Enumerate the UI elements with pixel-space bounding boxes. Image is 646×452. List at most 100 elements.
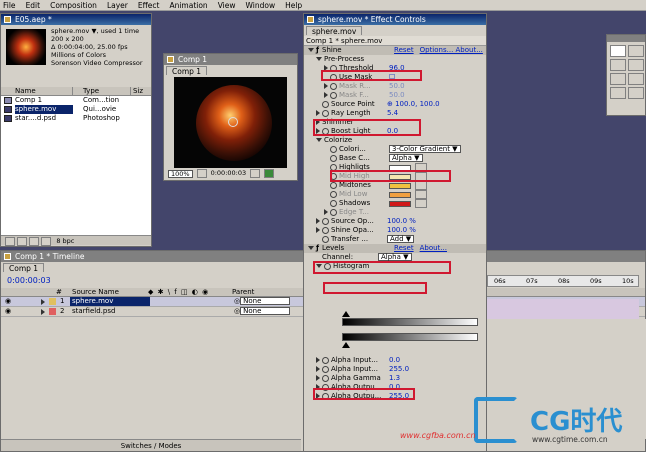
effect-row[interactable]: Histogram [304,262,486,271]
eyedropper-icon[interactable] [415,199,427,208]
menu-item[interactable]: View [218,1,236,10]
effect-row[interactable]: Colori... 3-Color Gradient ▼ [304,145,486,154]
visibility-eye-icon[interactable]: ◉ [1,307,41,316]
effect-row[interactable]: Shine Opa... 100.0 % [304,226,486,235]
effect-param-value[interactable]: 0.0 [387,127,398,135]
col-name-header[interactable]: Name [1,87,73,95]
stopwatch-icon[interactable] [322,109,329,117]
timeline-ruler[interactable]: 06s 07s 08s 09s 10s [487,275,639,287]
eyedropper-icon[interactable] [415,163,427,172]
effect-row[interactable]: Source Point ⊕ 100.0, 100.0 [304,100,486,109]
parent-select[interactable]: None [240,297,291,305]
effect-row[interactable]: ƒ Shine Reset Options... About... [304,46,486,55]
effect-param-value[interactable]: 100.0 % [387,217,416,225]
timeline-current-time[interactable]: 0:00:00:03 [7,276,51,285]
color-swatch[interactable] [389,173,411,180]
effect-row[interactable]: Shadows [304,199,486,208]
menu-item[interactable]: Animation [169,1,207,10]
effect-row[interactable]: Ray Length 5.4 [304,109,486,118]
twirl-right-icon[interactable] [324,209,328,215]
comp-time[interactable]: 0:00:00:03 [211,168,247,179]
levels-param-value[interactable]: 1.3 [389,374,400,382]
stopwatch-icon[interactable] [322,383,329,391]
stopwatch-icon[interactable] [330,164,337,171]
levels-param-value[interactable]: 0.0 [389,383,400,391]
eyedropper-icon[interactable] [415,181,427,190]
levels-param-value[interactable]: 255.0 [389,365,409,373]
zoom-select[interactable]: 100% [168,169,193,178]
pen-tool-icon[interactable] [610,73,626,85]
effect-header-links[interactable]: Options... About... [420,46,483,54]
trash-icon[interactable] [41,236,52,246]
menu-item[interactable]: Window [246,1,276,10]
effect-row[interactable]: Base C... Alpha ▼ [304,154,486,163]
color-swatch[interactable] [389,182,411,189]
twirl-right-icon[interactable] [316,218,320,224]
effect-row[interactable]: Threshold 96.0 [304,64,486,73]
tools-title-bar[interactable] [607,35,645,42]
levels-row[interactable]: Alpha Outpu... 0.0 [304,383,486,392]
layer-switches[interactable] [150,297,234,306]
twirl-right-icon[interactable] [316,393,320,399]
histogram-black-tick-icon[interactable] [342,311,350,317]
interpret-icon[interactable] [5,236,15,246]
rotate-tool-icon[interactable] [628,45,644,57]
twirl-right-icon[interactable] [324,92,328,98]
stopwatch-icon[interactable] [322,127,329,135]
twirl-right-icon[interactable] [324,83,328,89]
twirl-right-icon[interactable] [316,357,320,363]
effect-param-value[interactable]: 50.0 [389,91,405,99]
twirl-right-icon[interactable] [316,384,320,390]
twirl-down-icon[interactable] [316,138,322,142]
eyedropper-icon[interactable] [415,172,427,181]
color-swatch[interactable] [389,191,411,198]
effect-row[interactable]: Mask F... 50.0 [304,91,486,100]
stopwatch-icon[interactable] [330,73,337,81]
twirl-right-icon[interactable] [41,309,45,315]
stopwatch-icon[interactable] [330,145,337,153]
channel-icon[interactable] [264,169,275,178]
histogram-output-tick-icon[interactable] [342,342,350,348]
hand-tool-icon[interactable] [610,87,626,99]
folder-icon[interactable] [17,236,28,246]
effect-row[interactable]: Edge T... [304,208,486,217]
layer-source-name[interactable]: starfield.psd [70,307,150,316]
menu-item[interactable]: Edit [26,1,41,10]
layer-source-name[interactable]: sphere.mov [70,297,150,306]
effect-param-value[interactable]: ☐ [389,73,395,81]
levels-param-value[interactable]: 255.0 [389,392,409,400]
bpc-label[interactable]: 8 bpc [56,237,74,245]
effect-param-value[interactable]: Reset [394,244,414,252]
effect-row[interactable]: Highligts [304,163,486,172]
twirl-right-icon[interactable] [316,227,320,233]
effect-row[interactable]: Transfer ... Add ▼ [304,235,486,244]
effect-row[interactable]: Boost Light 0.0 [304,127,486,136]
switches-modes-toggle[interactable]: Switches / Modes [121,442,182,450]
twirl-right-icon[interactable] [316,375,320,381]
histogram[interactable] [340,271,480,356]
twirl-down-icon[interactable] [308,48,314,52]
stopwatch-icon[interactable] [322,374,329,382]
twirl-down-icon[interactable] [308,246,314,250]
stopwatch-icon[interactable] [330,208,337,216]
twirl-right-icon[interactable] [316,128,320,134]
stopwatch-icon[interactable] [322,100,329,108]
project-item[interactable]: sphere.mov Qui...ovie [1,105,151,114]
menu-item[interactable]: Composition [50,1,97,10]
stopwatch-icon[interactable] [330,64,337,72]
effect-param-select[interactable]: Add ▼ [387,235,415,243]
stopwatch-icon[interactable] [324,262,331,270]
text-tool-icon[interactable] [628,73,644,85]
twirl-right-icon[interactable] [316,366,320,372]
stopwatch-icon[interactable] [330,191,337,198]
effect-row[interactable]: Midtones [304,181,486,190]
color-swatch[interactable] [389,200,411,207]
mask-tool-icon[interactable] [628,59,644,71]
effect-controls-tab[interactable]: sphere.mov [306,26,363,36]
effect-param-value[interactable]: 96.0 [389,64,405,72]
project-item[interactable]: star....d.psd Photoshop [1,114,151,123]
stopwatch-icon[interactable] [330,154,337,162]
effect-param-value[interactable]: Reset [394,46,414,54]
project-title-bar[interactable]: E05.aep * [1,14,151,25]
effect-row[interactable]: ƒ Levels Reset About... [304,244,486,253]
